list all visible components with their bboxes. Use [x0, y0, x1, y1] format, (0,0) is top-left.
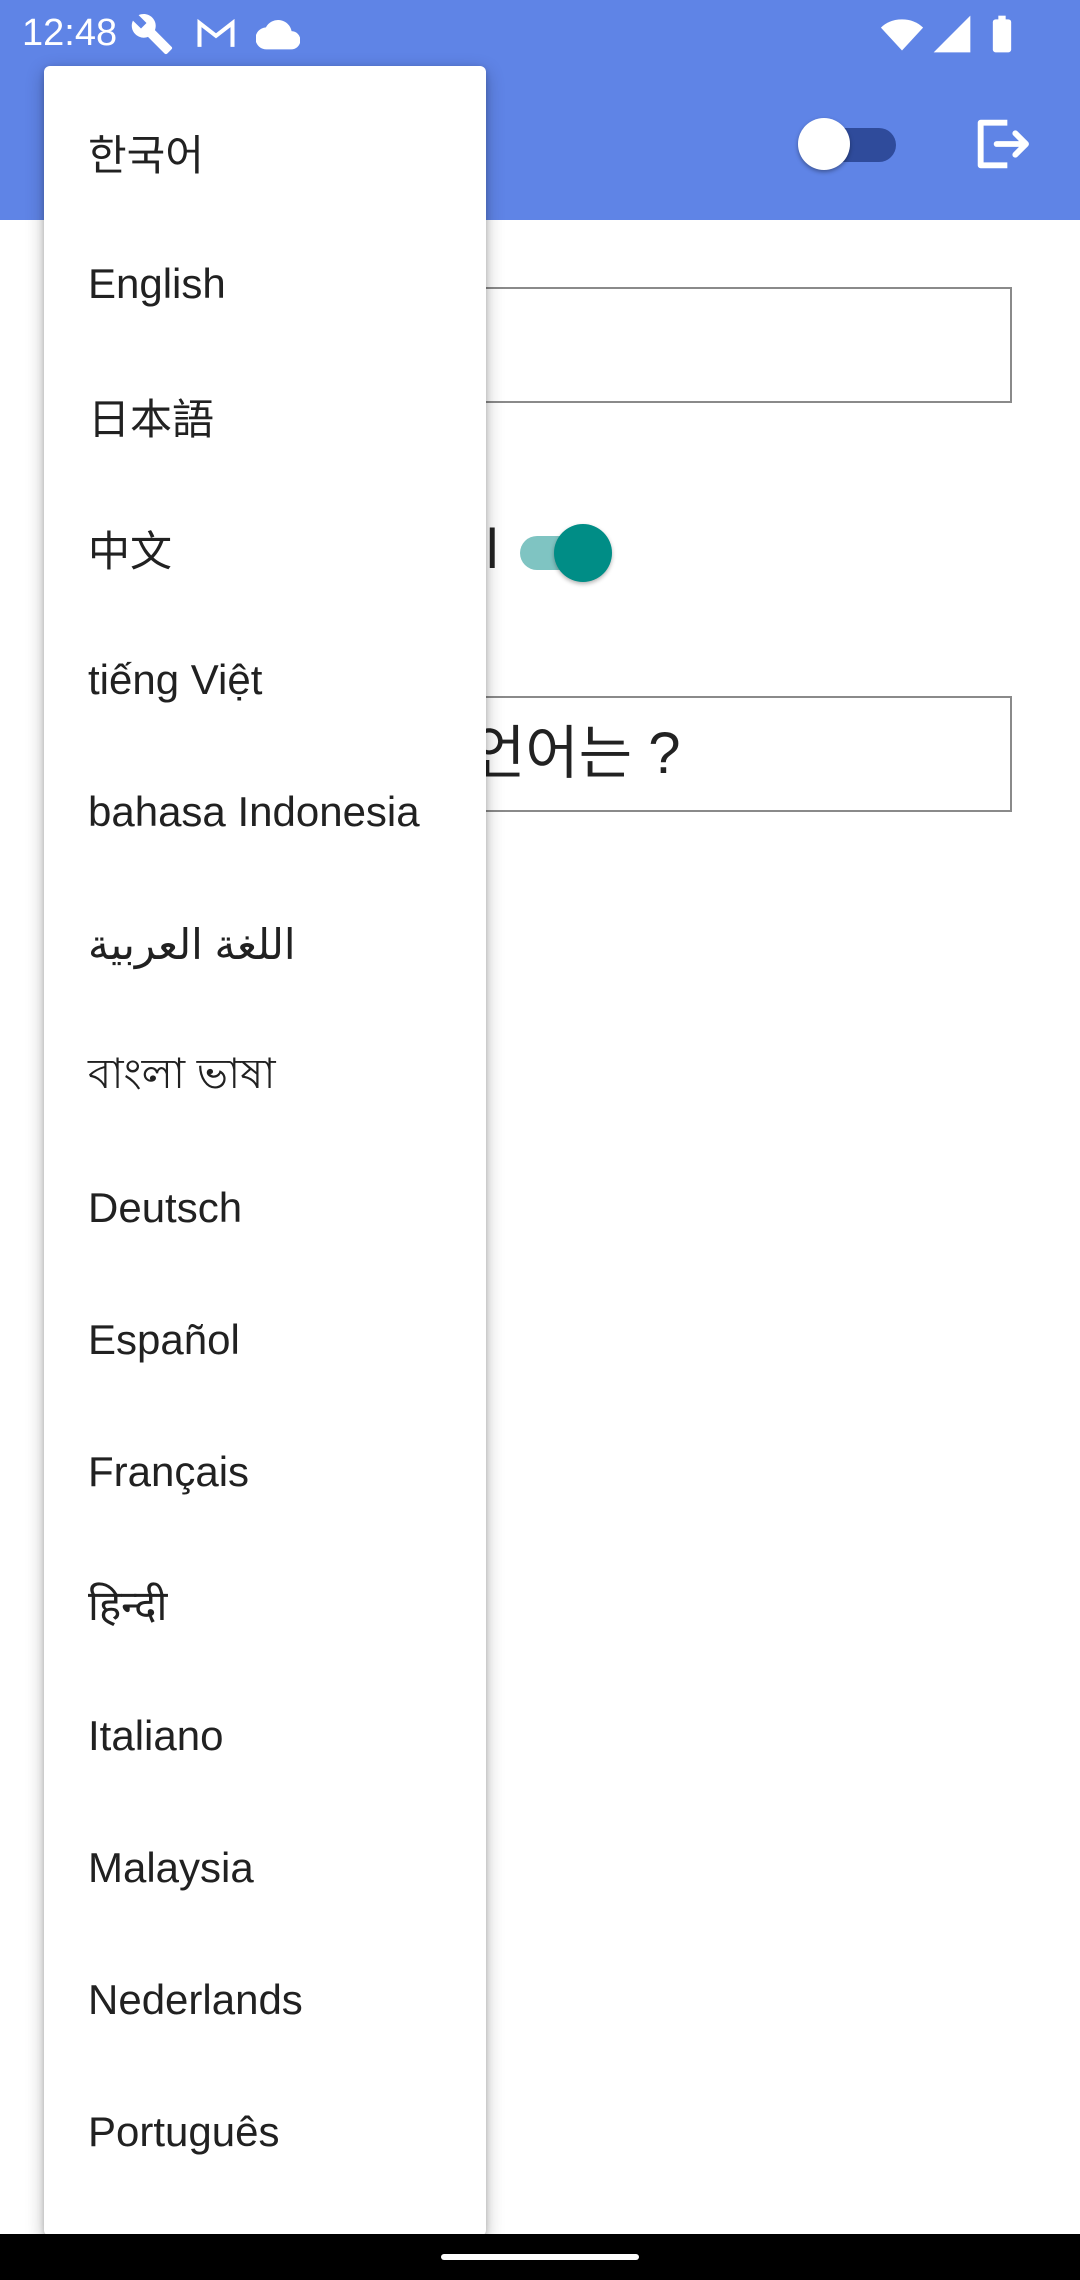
language-select-text: 언어는 ?	[472, 721, 681, 786]
language-option[interactable]: 한국어	[44, 86, 486, 218]
appbar-toggle-thumb	[798, 118, 850, 170]
home-gesture-handle[interactable]	[441, 2254, 639, 2260]
language-option[interactable]: bahasa Indonesia	[44, 746, 486, 878]
language-option[interactable]: Español	[44, 1274, 486, 1406]
language-option[interactable]: tiếng Việt	[44, 614, 486, 746]
status-time: 12:48	[22, 12, 118, 54]
language-dropdown-menu: 한국어 English 日本語 中文 tiếng Việt bahasa Ind…	[44, 66, 486, 2236]
navigation-bar	[0, 2234, 1080, 2280]
language-option[interactable]: हिन्दी	[44, 1538, 486, 1670]
option-switch-thumb	[554, 524, 612, 582]
language-option[interactable]: Français	[44, 1406, 486, 1538]
language-option[interactable]: 中文	[44, 482, 486, 614]
option-label: l	[486, 517, 499, 580]
language-option[interactable]: 日本語	[44, 350, 486, 482]
wifi-icon	[880, 12, 924, 56]
language-option[interactable]: Malaysia	[44, 1802, 486, 1934]
wrench-icon	[130, 12, 174, 56]
battery-icon	[980, 12, 1024, 56]
language-option[interactable]: اللغة العربية	[44, 878, 486, 1010]
option-switch[interactable]	[518, 522, 618, 582]
signal-icon	[930, 12, 974, 56]
logout-icon[interactable]	[970, 112, 1034, 176]
language-option[interactable]: Nederlands	[44, 1934, 486, 2066]
language-option[interactable]: English	[44, 218, 486, 350]
language-option[interactable]: Italiano	[44, 1670, 486, 1802]
language-option[interactable]: বাংলা ভাষা	[44, 1010, 486, 1142]
appbar-toggle-switch[interactable]	[798, 116, 898, 172]
language-option[interactable]: Deutsch	[44, 1142, 486, 1274]
gmail-icon	[194, 12, 238, 56]
status-bar: 12:48	[0, 0, 1080, 66]
cloud-icon	[256, 12, 300, 56]
language-option[interactable]: Português	[44, 2066, 486, 2198]
